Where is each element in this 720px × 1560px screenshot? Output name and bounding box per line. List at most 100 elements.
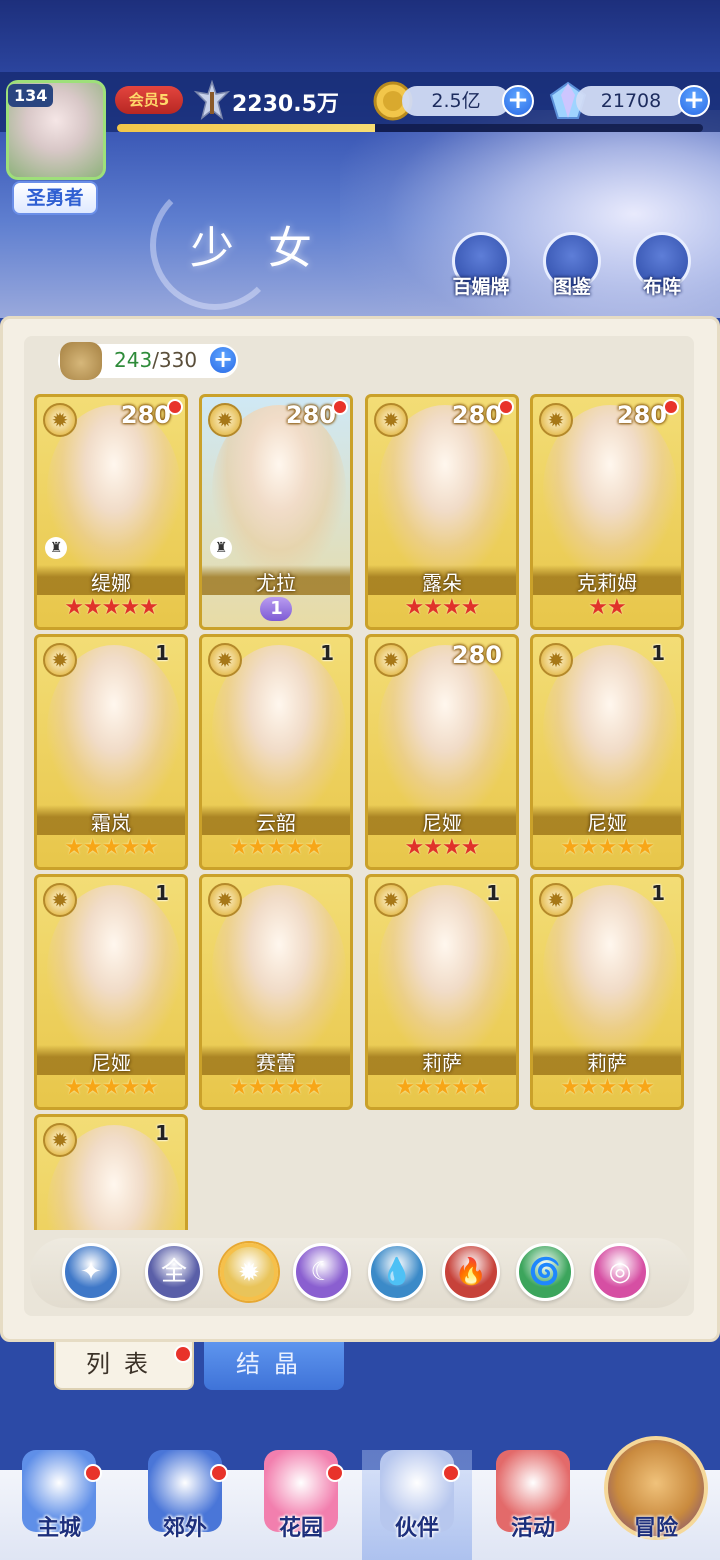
filter-moon-icon[interactable]: ☾ [293,1243,351,1301]
partner-card[interactable]: ✹ 280 克莉姆 ★★ [530,394,684,630]
header-banner [0,0,720,318]
partner-card[interactable]: ✹ 1 云韶 ★★★★★ [199,634,353,870]
light-element-icon: ✹ [43,1123,77,1157]
nav-label: 主城 [36,1516,81,1541]
gold-amount: 2.5亿 [402,86,510,116]
star-rating: ★★★★★ [64,595,159,620]
filter-water-icon[interactable]: 💧 [368,1243,426,1301]
notification-dot [326,1464,344,1482]
nav-adventure-label: 冒险 [633,1516,678,1541]
light-element-icon: ✹ [43,643,77,677]
partner-card[interactable]: ✹ 1 [34,1114,188,1230]
star-rating: ★★★★★ [560,835,655,860]
capacity-indicator: 243/330 + [58,342,238,380]
card-name: 莉萨 [422,1051,462,1075]
player-title-badge[interactable]: 圣勇者 [12,181,98,215]
card-level: 280 [285,401,336,429]
vip-badge[interactable]: 会员5 [115,86,183,114]
notification-dot [663,399,679,415]
card-level: 1 [155,1121,169,1145]
partner-card[interactable]: ✹ 1 尼娅 ★★★★★ [34,874,188,1110]
chess-piece-icon: ♜ [210,537,232,559]
card-name: 霜岚 [91,811,131,835]
nav-heart[interactable]: 花园 [246,1450,356,1560]
nav-label: 郊外 [162,1516,207,1541]
card-level: 280 [451,641,502,669]
add-gem-button[interactable]: + [678,85,710,117]
gem-amount: 21708 [576,86,686,116]
light-element-icon: ✹ [43,403,77,437]
card-level: 1 [651,641,665,665]
combat-power: 2230.5万 [232,92,339,117]
partner-card[interactable]: ✹ 赛蕾 ★★★★★ [199,874,353,1110]
card-name: 缇娜 [91,571,131,595]
card-name: 云韶 [256,811,296,835]
card-name: 露朵 [422,571,462,595]
star-rating: ★★★★★ [64,835,159,860]
light-element-icon: ✹ [539,883,573,917]
capacity-count: 243/330 [114,348,197,372]
partner-card[interactable]: ✹ 280 ♜ 尤拉 1 [199,394,353,630]
filter-rarity-icon[interactable]: ✦ [62,1243,120,1301]
nav-label: 花园 [278,1516,323,1541]
add-gold-button[interactable]: + [502,85,534,117]
exp-bar-fill [117,124,375,132]
notification-dot [332,399,348,415]
card-level: 1 [155,641,169,665]
partner-card[interactable]: ✹ 280 尼娅 ★★★★ [365,634,519,870]
card-level: 280 [451,401,502,429]
star-rating: ★★★★ [404,595,481,620]
partner-card-grid: ✹ 280 ♜ 缇娜 ★★★★★ ✹ 280 ♜ 尤拉 1 ✹ 280 露朵 ★★★★ ✹ 280 克莉姆 ★★ ✹… [34,394,686,1230]
page-title: 少女 [190,223,346,274]
notification-dot [84,1464,102,1482]
nav-partner[interactable]: 伙伴 [362,1450,472,1560]
light-element-icon: ✹ [374,643,408,677]
expand-capacity-button[interactable]: + [208,345,238,375]
nav-label: 伙伴 [394,1516,439,1541]
partner-card[interactable]: ✹ 280 露朵 ★★★★ [365,394,519,630]
partner-card[interactable]: ✹ 1 霜岚 ★★★★★ [34,634,188,870]
card-collection-button[interactable]: 百媚牌 [449,232,513,299]
partner-card[interactable]: ✹ 1 莉萨 ★★★★★ [530,874,684,1110]
tab-list-notification-dot [174,1345,192,1363]
card-level: 280 [120,401,171,429]
card-level: 1 [320,641,334,665]
capacity-current: 243 [114,348,153,372]
notification-dot [210,1464,228,1482]
light-element-icon: ✹ [539,643,573,677]
filter-all[interactable]: 全 [145,1243,203,1301]
bag-icon [60,342,102,380]
nav-gift[interactable]: 活动 [478,1450,588,1560]
light-element-icon: ✹ [374,883,408,917]
card-level: 280 [616,401,667,429]
star-rating: ★★★★★ [395,1075,490,1100]
filter-fire-icon[interactable]: 🔥 [442,1243,500,1301]
star-rating: ★★★★★ [560,1075,655,1100]
light-element-icon: ✹ [208,643,242,677]
filter-orbit-icon[interactable]: ◎ [591,1243,649,1301]
nav-label: 活动 [510,1516,555,1541]
codex-button[interactable]: 图鉴 [540,232,604,299]
partner-card[interactable]: ✹ 280 ♜ 缇娜 ★★★★★ [34,394,188,630]
chess-piece-icon: ♜ [45,537,67,559]
card-name: 尼娅 [422,811,462,835]
tab-crystal[interactable]: 结晶 [204,1342,344,1390]
nav-castle[interactable]: 主城 [4,1450,114,1560]
wing-badge: 1 [260,597,292,621]
notification-dot [167,399,183,415]
formation-button[interactable]: 布阵 [630,232,694,299]
player-level: 134 [8,84,54,107]
partner-card[interactable]: ✹ 1 莉萨 ★★★★★ [365,874,519,1110]
notification-dot [498,399,514,415]
filter-light-icon[interactable]: ✹ [220,1243,278,1301]
nav-portal[interactable]: 郊外 [130,1450,240,1560]
star-rating: ★★★★ [404,835,481,860]
filter-wind-icon[interactable]: 🌀 [516,1243,574,1301]
partner-card[interactable]: ✹ 1 尼娅 ★★★★★ [530,634,684,870]
star-rating: 1 [202,595,350,621]
card-name: 尼娅 [91,1051,131,1075]
light-element-icon: ✹ [374,403,408,437]
star-rating: ★★★★★ [229,835,324,860]
tab-list[interactable]: 列表 [54,1342,194,1390]
card-collection-label: 百媚牌 [452,276,510,298]
